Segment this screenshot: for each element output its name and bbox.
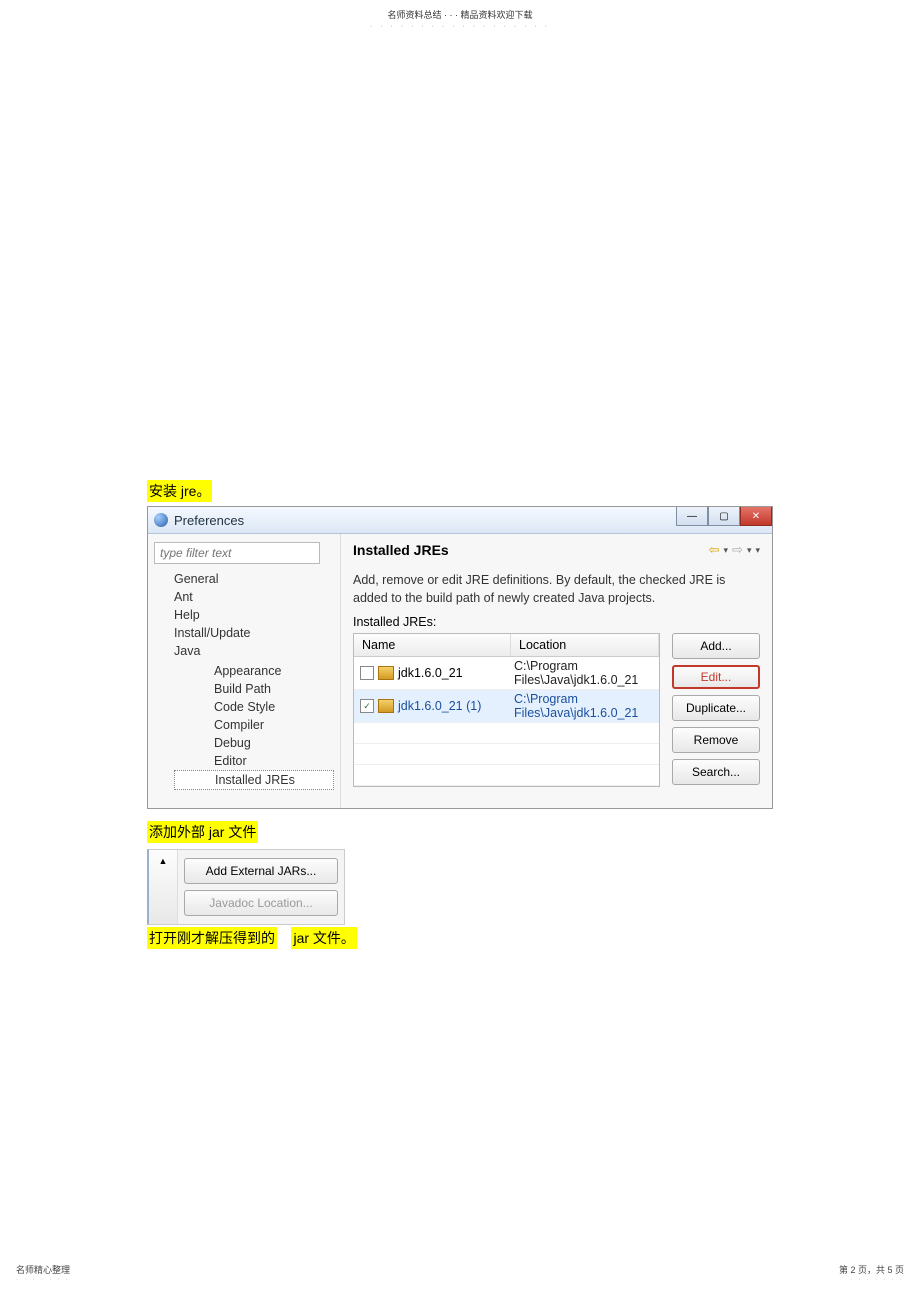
tree-editor[interactable]: Editor xyxy=(174,752,334,770)
add-button[interactable]: Add... xyxy=(672,633,760,659)
dialog-title: Preferences xyxy=(174,513,244,528)
header-text-2: 精品资料欢迎下载 xyxy=(461,10,533,20)
label-open-jar-a: 打开刚才解压得到的 xyxy=(147,927,277,949)
tree-compiler[interactable]: Compiler xyxy=(174,716,334,734)
tree-install[interactable]: Install/Update xyxy=(154,624,334,642)
main-panel: Installed JREs ⇦▾ ⇨▾ ▾ Add, remove or ed… xyxy=(341,534,772,808)
checkbox[interactable] xyxy=(360,666,374,680)
checkbox[interactable]: ✓ xyxy=(360,699,374,713)
row-loc: C:\Program Files\Java\jdk1.6.0_21 xyxy=(506,657,659,689)
panel-title: Installed JREs xyxy=(353,542,449,558)
nav-toolbar: ⇦▾ ⇨▾ ▾ xyxy=(709,542,760,558)
add-external-jars-button[interactable]: Add External JARs... xyxy=(184,858,338,884)
label-add-external-jar: 添加外部 jar 文件 xyxy=(147,821,258,843)
description: Add, remove or edit JRE definitions. By … xyxy=(353,572,760,607)
header-dots: · · · · · · · · · · · · · · · · · · xyxy=(0,23,920,30)
page-header: 名师资料总结 · · · 精品资料欢迎下载 · · · · · · · · · … xyxy=(0,0,920,30)
preferences-dialog: Preferences — ▢ ✕ General Ant Help Insta… xyxy=(147,506,773,809)
forward-icon[interactable]: ⇨ xyxy=(732,542,743,558)
footer-dots: · · · · · · · xyxy=(16,1276,70,1283)
col-name[interactable]: Name xyxy=(354,634,511,656)
sidebar: General Ant Help Install/Update Java App… xyxy=(148,534,341,808)
col-location[interactable]: Location xyxy=(511,634,659,656)
javadoc-location-button[interactable]: Javadoc Location... xyxy=(184,890,338,916)
page-footer: 名师精心整理 · · · · · · · 第 2 页，共 5 页 · · · ·… xyxy=(16,1263,904,1283)
label-install-jre: 安装 jre。 xyxy=(147,480,212,502)
empty-row xyxy=(354,744,659,765)
jre-table: Name Location jdk1.6.0_21 C:\Program Fil… xyxy=(353,633,660,787)
row-name: jdk1.6.0_21 xyxy=(398,666,463,680)
header-text-1: 名师资料总结 xyxy=(387,10,441,20)
eclipse-icon xyxy=(154,513,168,527)
footer-dots: · · · · · · · xyxy=(839,1276,904,1283)
header-sep: · · · xyxy=(444,10,458,20)
empty-row xyxy=(354,765,659,786)
row-name: jdk1.6.0_21 (1) xyxy=(398,699,481,713)
tree-appearance[interactable]: Appearance xyxy=(174,662,334,680)
minimize-button[interactable]: — xyxy=(676,507,708,526)
tree-ant[interactable]: Ant xyxy=(154,588,334,606)
edit-button[interactable]: Edit... xyxy=(672,665,760,689)
footer-left: 名师精心整理 xyxy=(16,1263,70,1276)
label-open-jar-b: jar 文件。 xyxy=(291,927,356,949)
jre-icon xyxy=(378,699,394,713)
dialog-fragment: ▲ Add External JARs... Javadoc Location.… xyxy=(147,849,345,925)
tree-general[interactable]: General xyxy=(154,570,334,588)
tree: General Ant Help Install/Update Java App… xyxy=(154,570,334,792)
dropdown-icon[interactable]: ▾ xyxy=(747,545,752,556)
close-button[interactable]: ✕ xyxy=(740,507,772,526)
tree-java[interactable]: Java xyxy=(154,642,334,660)
up-icon: ▲ xyxy=(159,856,168,866)
table-header: Name Location xyxy=(354,634,659,657)
empty-row xyxy=(354,723,659,744)
search-button[interactable]: Search... xyxy=(672,759,760,785)
filter-input[interactable] xyxy=(154,542,320,564)
duplicate-button[interactable]: Duplicate... xyxy=(672,695,760,721)
remove-button[interactable]: Remove xyxy=(672,727,760,753)
titlebar: Preferences — ▢ ✕ xyxy=(148,507,772,534)
subtitle: Installed JREs: xyxy=(353,615,760,629)
jre-icon xyxy=(378,666,394,680)
back-icon[interactable]: ⇦ xyxy=(709,542,720,558)
tree-installed-jres[interactable]: Installed JREs xyxy=(174,770,334,790)
row-loc: C:\Program Files\Java\jdk1.6.0_21 xyxy=(506,690,659,722)
tree-help[interactable]: Help xyxy=(154,606,334,624)
footer-right: 第 2 页，共 5 页 xyxy=(839,1263,904,1276)
button-column: Add... Edit... Duplicate... Remove Searc… xyxy=(672,633,760,787)
tree-debug[interactable]: Debug xyxy=(174,734,334,752)
table-row[interactable]: ✓ jdk1.6.0_21 (1) C:\Program Files\Java\j… xyxy=(354,690,659,723)
menu-icon[interactable]: ▾ xyxy=(755,545,760,556)
tree-buildpath[interactable]: Build Path xyxy=(174,680,334,698)
table-row[interactable]: jdk1.6.0_21 C:\Program Files\Java\jdk1.6… xyxy=(354,657,659,690)
maximize-button[interactable]: ▢ xyxy=(708,507,740,526)
tree-codestyle[interactable]: Code Style xyxy=(174,698,334,716)
dropdown-icon[interactable]: ▾ xyxy=(724,545,729,556)
scroll-up[interactable]: ▲ xyxy=(149,850,178,924)
